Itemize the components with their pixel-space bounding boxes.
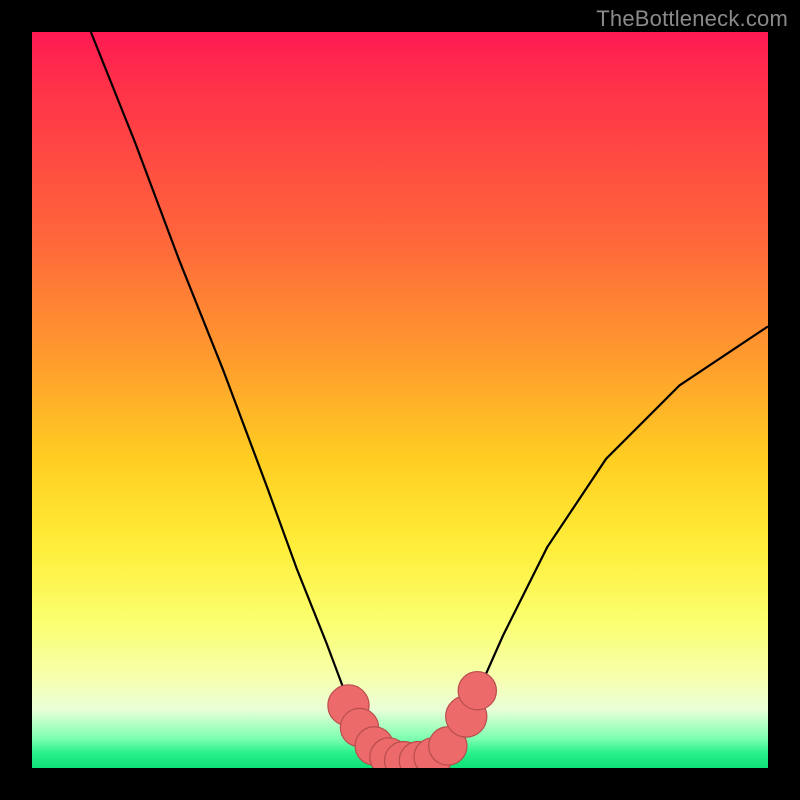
chart-svg xyxy=(32,32,768,768)
series-left-arm xyxy=(91,32,385,761)
highlight-marker xyxy=(458,672,496,710)
highlight-markers xyxy=(328,672,497,768)
plot-area xyxy=(32,32,768,768)
watermark-text: TheBottleneck.com xyxy=(596,6,788,32)
chart-frame: TheBottleneck.com xyxy=(0,0,800,800)
